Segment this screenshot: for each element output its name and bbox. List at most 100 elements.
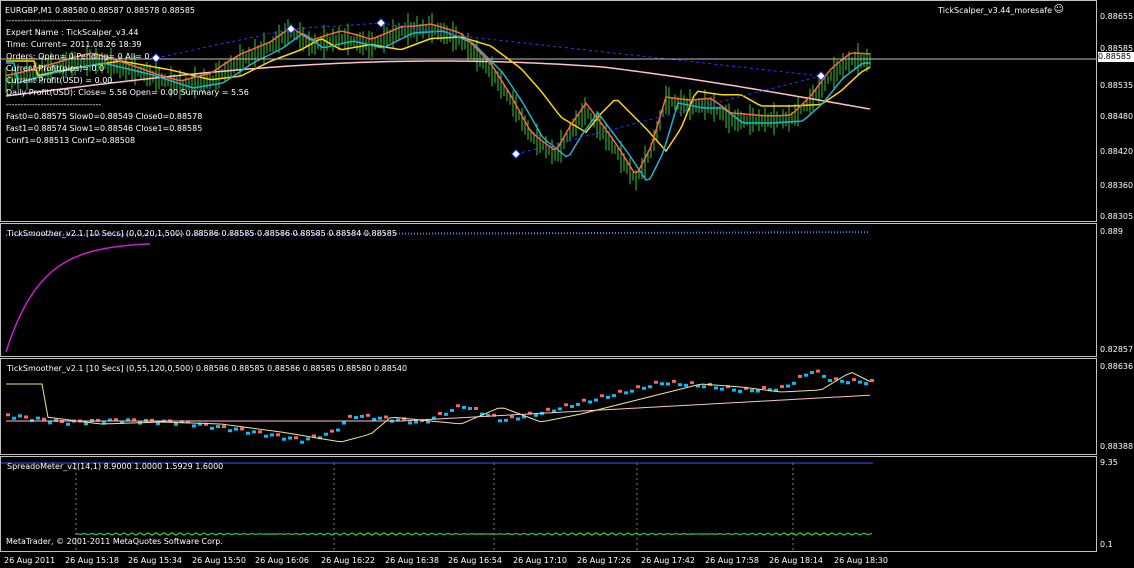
smoother-brick	[12, 416, 16, 420]
smoother-brick	[720, 387, 724, 391]
ind2-tick: 0.88636	[1100, 362, 1134, 371]
smoother-brick	[852, 378, 856, 382]
smoother-brick	[738, 389, 742, 393]
fractal-marker	[151, 53, 161, 63]
smoother-brick	[582, 398, 586, 402]
last-price-label: 0.88585	[1098, 52, 1134, 62]
price-tick: 0.88305	[1100, 212, 1134, 221]
smoother-brick	[654, 380, 658, 384]
time-label: 26 Aug 16:38	[385, 556, 439, 565]
info-line-8: Fast0=0.88575 Slow0=0.88549 Close0=0.885…	[6, 112, 203, 121]
price-tick: 0.88655	[1100, 12, 1134, 21]
time-label: 26 Aug 16:06	[255, 556, 309, 565]
smoother-brick	[618, 389, 622, 393]
smoother-brick	[228, 429, 232, 433]
price-tick: 0.88535	[1100, 81, 1134, 90]
smoother-brick	[648, 385, 652, 389]
smoother-brick	[234, 427, 238, 431]
smoother-brick	[456, 404, 460, 408]
smoother-brick	[606, 395, 610, 399]
copyright: MetaTrader, © 2001-2011 MetaQuotes Softw…	[6, 537, 223, 546]
smoother-brick	[576, 402, 580, 406]
smoother-brick	[672, 379, 676, 383]
smiley-icon: ☺	[1053, 4, 1064, 15]
smoother-brick	[216, 425, 220, 429]
ind3-tick: 0.1	[1100, 540, 1113, 549]
time-label: 26 Aug 16:22	[321, 556, 375, 565]
time-label: 26 Aug 15:50	[192, 556, 246, 565]
smoother-brick	[594, 398, 598, 402]
price-tick: 0.88480	[1100, 112, 1134, 121]
info-line-9: Fast1=0.88574 Slow1=0.88546 Close1=0.885…	[6, 124, 203, 133]
smoother-brick	[516, 417, 520, 421]
smoother-brick	[558, 407, 562, 411]
smoother-brick	[252, 430, 256, 434]
smoother-brick	[714, 386, 718, 390]
smoother-brick	[288, 436, 292, 440]
smoother-brick	[624, 391, 628, 395]
smoother-brick	[18, 414, 22, 418]
smoother-brick	[498, 419, 502, 423]
time-label: 26 Aug 17:42	[641, 556, 695, 565]
smoother-brick	[702, 385, 706, 389]
smoother-brick	[450, 408, 454, 412]
smoother-brick	[294, 436, 298, 440]
indicator-pane-2[interactable]: TickSmoother_v2.1 [10 Secs] (0,55,120,0,…	[0, 358, 1097, 455]
smoother-brick	[504, 418, 508, 422]
smoother-brick	[336, 428, 340, 432]
smoother-brick	[306, 437, 310, 441]
time-label: 26 Aug 17:26	[577, 556, 631, 565]
spread-line	[75, 532, 873, 536]
main-chart-pane[interactable]: EURGBP,M1 0.88580 0.88587 0.88578 0.8858…	[0, 0, 1097, 222]
ind3-tick: 9.35	[1100, 458, 1118, 467]
smoother-brick	[546, 407, 550, 411]
smoother-curve	[5, 243, 151, 353]
smoother-brick	[684, 383, 688, 387]
smoother-brick	[630, 389, 634, 393]
smoother-brick	[246, 431, 250, 435]
smoother-brick	[732, 388, 736, 392]
smoother-brick	[240, 427, 244, 431]
smoother-brick	[444, 412, 448, 416]
fractal-marker	[511, 149, 521, 159]
smoother-brick	[384, 415, 388, 419]
smoother-brick	[276, 433, 280, 437]
smoother-brick	[804, 373, 808, 377]
smoother-brick	[264, 434, 268, 438]
smoother-brick	[408, 421, 412, 425]
smoother-brick	[360, 414, 364, 418]
smoother-brick	[510, 415, 514, 419]
smoother-brick	[666, 382, 670, 386]
info-line-5: Current Profit(USD) = 0.00	[6, 76, 113, 85]
symbol-info: EURGBP,M1 0.88580 0.88587 0.88578 0.8858…	[5, 6, 196, 15]
info-line-4: Current Profit(pips)= 0.0	[6, 64, 105, 73]
smoother-brick	[756, 389, 760, 393]
info-line-6: Daily Profit(USD): Close= 5.56 Open= 0.0…	[6, 88, 249, 97]
smoother-brick	[36, 416, 40, 420]
smoother-brick	[372, 417, 376, 421]
ind1-svg	[5, 231, 871, 353]
smoother-brick	[642, 386, 646, 390]
time-label: 26 Aug 18:14	[769, 556, 823, 565]
time-label: 26 Aug 15:18	[65, 556, 119, 565]
ind2-title: TickSmoother_v2.1 [10 Secs] (0,55,120,0,…	[7, 364, 408, 373]
ind1-title: TickSmoother_v2.1 [10 Secs] (0,0,20,1,50…	[7, 229, 397, 238]
indicator-pane-1[interactable]: TickSmoother_v2.1 [10 Secs] (0,0,20,1,50…	[0, 223, 1097, 357]
smoother-brick	[846, 381, 850, 385]
info-line-3: Orders: Open= 0 Pending= 0 All= 0	[6, 52, 150, 61]
smoother-brick	[330, 429, 334, 433]
info-line-0: ---------------------------------	[6, 16, 102, 25]
smoother-brick	[636, 385, 640, 389]
smoother-brick	[462, 405, 466, 409]
smoother-brick	[48, 421, 52, 425]
info-line-2: Time: Current= 2011.08.26 18:39	[6, 40, 142, 49]
price-tick: 0.88360	[1100, 181, 1134, 190]
smoother-brick	[780, 385, 784, 389]
ind2-tick: 0.88388	[1100, 442, 1134, 451]
smoother-brick	[354, 416, 358, 420]
smoother-brick	[222, 425, 226, 429]
smoother-brick	[762, 385, 766, 389]
smoother-brick	[678, 383, 682, 387]
smoother-brick	[840, 379, 844, 383]
smoother-brick	[414, 420, 418, 424]
